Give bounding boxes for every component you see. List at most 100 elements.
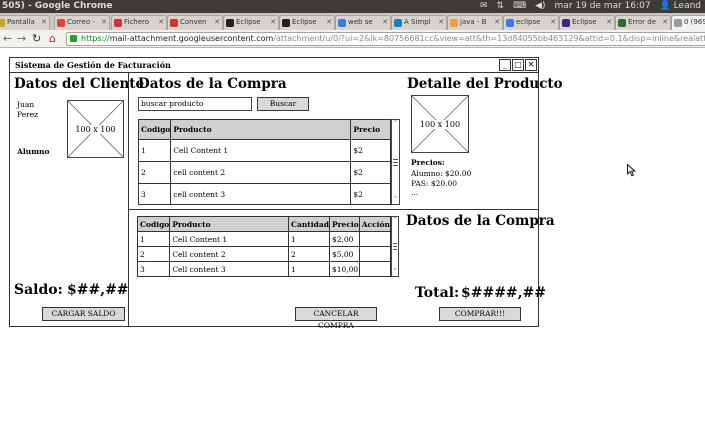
clock[interactable]: mar 19 de mar 16:07 [555, 0, 651, 13]
more-prices-ellipsis: ... [411, 188, 419, 197]
cell-action[interactable] [358, 261, 392, 277]
tab-favicon [618, 19, 626, 27]
photo-size-label: 100 x 100 [75, 124, 116, 134]
address-bar[interactable]: https://mail-attachment.googleuserconten… [66, 32, 705, 46]
tab-favicon [0, 19, 5, 27]
products-table: Codigo Producto Precio 1 Cell Content 1 … [137, 119, 391, 205]
browser-tab[interactable]: Error de ✕ [615, 15, 671, 30]
tab-favicon [394, 19, 402, 27]
reload-icon[interactable]: ↻ [32, 33, 41, 45]
table-row[interactable]: 1 Cell Content 1 1 $2,00 [136, 231, 392, 247]
os-top-bar: 505) - Google Chrome ✉ ⇅ ⌨ ◀) mar 19 de … [0, 0, 705, 13]
search-button[interactable]: Buscar [257, 97, 309, 111]
column-header-price[interactable]: Precio [350, 119, 391, 140]
section-divider [129, 209, 538, 210]
home-icon[interactable]: ⌂ [49, 33, 56, 45]
user-menu[interactable]: 👤 Leand [660, 0, 701, 13]
close-icon[interactable]: ✕ [41, 16, 47, 29]
close-icon[interactable]: ✕ [101, 16, 107, 29]
close-button[interactable]: ✕ [525, 59, 537, 71]
cell-action[interactable] [358, 231, 392, 247]
table-row[interactable]: 3 Cell content 3 1 $10,00 [136, 261, 392, 277]
user-icon: 👤 [659, 1, 671, 11]
column-header-code[interactable]: Codigo [136, 216, 171, 232]
window-title: 505) - Google Chrome [2, 1, 113, 11]
cell-code: 3 [137, 183, 172, 205]
close-icon[interactable]: ✕ [158, 16, 164, 29]
keyboard-icon[interactable]: ⌨ [513, 0, 526, 13]
browser-tab-active[interactable]: 0 (969- [671, 15, 705, 30]
tab-label: Fichero [124, 18, 150, 26]
cell-price: $2 [350, 139, 391, 162]
table-row[interactable]: 3 cell content 3 $2 [137, 183, 391, 205]
volume-icon[interactable]: ◀) [535, 0, 545, 13]
cell-price: $2 [350, 183, 391, 205]
close-icon[interactable]: ✕ [214, 16, 220, 29]
column-header-product[interactable]: Producto [169, 216, 289, 232]
table-row[interactable]: 2 Cell content 2 2 $5,00 [136, 246, 392, 262]
image-size-label: 100 x 100 [419, 119, 461, 129]
browser-tab[interactable]: Pantalla ✕ [0, 15, 50, 30]
close-icon[interactable]: ✕ [270, 16, 276, 29]
browser-tab[interactable]: Eclipse ✕ [279, 15, 335, 30]
system-tray: ✉ ⇅ ⌨ ◀) mar 19 de mar 16:07 👤 Leand [480, 0, 701, 13]
browser-tab[interactable]: java - B ✕ [447, 15, 503, 30]
column-header-code[interactable]: Codigo [137, 119, 172, 140]
browser-tab[interactable]: A Simpl ✕ [391, 15, 447, 30]
browser-tab[interactable]: Conven ✕ [167, 15, 223, 30]
column-header-quantity[interactable]: Cantidad [288, 216, 330, 232]
cell-code: 1 [137, 139, 172, 162]
close-icon[interactable]: ✕ [662, 16, 668, 29]
prices-label: Precios: [411, 158, 445, 167]
close-icon[interactable]: ✕ [550, 16, 556, 29]
browser-tab[interactable]: Eclipse ✕ [559, 15, 615, 30]
close-icon[interactable]: ✕ [606, 16, 612, 29]
close-icon[interactable]: ✕ [494, 16, 500, 29]
forward-icon[interactable]: → [17, 33, 26, 45]
cell-code: 2 [137, 161, 172, 184]
table-row[interactable]: 1 Cell Content 1 $2 [137, 139, 391, 162]
table-row[interactable]: 2 cell content 2 $2 [137, 161, 391, 184]
maximize-button[interactable]: □ [512, 59, 524, 71]
browser-toolbar: ← → ↻ ⌂ https://mail-attachment.googleus… [0, 30, 705, 48]
browser-tab[interactable]: web se ✕ [335, 15, 391, 30]
cell-price: $5,00 [328, 246, 360, 262]
column-header-product[interactable]: Producto [170, 119, 352, 140]
scroll-grip [393, 246, 397, 247]
lock-icon [70, 35, 77, 42]
browser-tab[interactable]: Fichero ✕ [111, 15, 167, 30]
column-header-action[interactable]: Acción [358, 216, 392, 232]
tab-favicon [114, 19, 122, 27]
close-icon[interactable]: ✕ [438, 16, 444, 29]
scroll-up-icon[interactable]: ˄ [392, 218, 398, 224]
load-balance-button[interactable]: CARGAR SALDO [42, 307, 125, 321]
buy-button[interactable]: COMPRAR!!! [439, 307, 521, 321]
browser-tab[interactable]: eclipse ✕ [503, 15, 559, 30]
scroll-grip [393, 159, 398, 160]
scroll-down-icon[interactable]: ˅ [392, 269, 398, 275]
product-search-input[interactable]: buscar producto [138, 97, 252, 111]
column-header-price[interactable]: Precio [328, 216, 360, 232]
back-icon[interactable]: ← [3, 33, 12, 45]
cart-scrollbar[interactable]: ˄ ˅ [391, 216, 399, 277]
scroll-grip [393, 249, 397, 250]
product-detail-heading: Detalle del Producto [407, 76, 563, 92]
cell-quantity: 2 [288, 246, 330, 262]
minimize-button[interactable]: _ [499, 59, 511, 71]
browser-tab[interactable]: Eclipse ✕ [223, 15, 279, 30]
mail-icon[interactable]: ✉ [480, 0, 488, 13]
network-icon[interactable]: ⇅ [497, 0, 505, 13]
close-icon[interactable]: ✕ [382, 16, 388, 29]
close-icon[interactable]: ✕ [326, 16, 332, 29]
scroll-up-icon[interactable]: ˄ [392, 121, 399, 127]
browser-tab[interactable]: Correo - ✕ [54, 15, 110, 30]
cell-quantity: 1 [288, 231, 330, 247]
cell-action[interactable] [358, 246, 392, 262]
cell-price: $2 [350, 161, 391, 184]
products-scrollbar[interactable]: ˄ ˅ [391, 119, 400, 205]
client-first-name: Juan [17, 100, 35, 109]
total-value: $####,## [461, 285, 546, 301]
cancel-purchase-button[interactable]: CANCELAR COMPRA [295, 307, 377, 330]
url-path: /attachment/u/0/?ui=2&ik=80756681cc&view… [273, 34, 705, 43]
scroll-down-icon[interactable]: ˅ [392, 197, 399, 203]
